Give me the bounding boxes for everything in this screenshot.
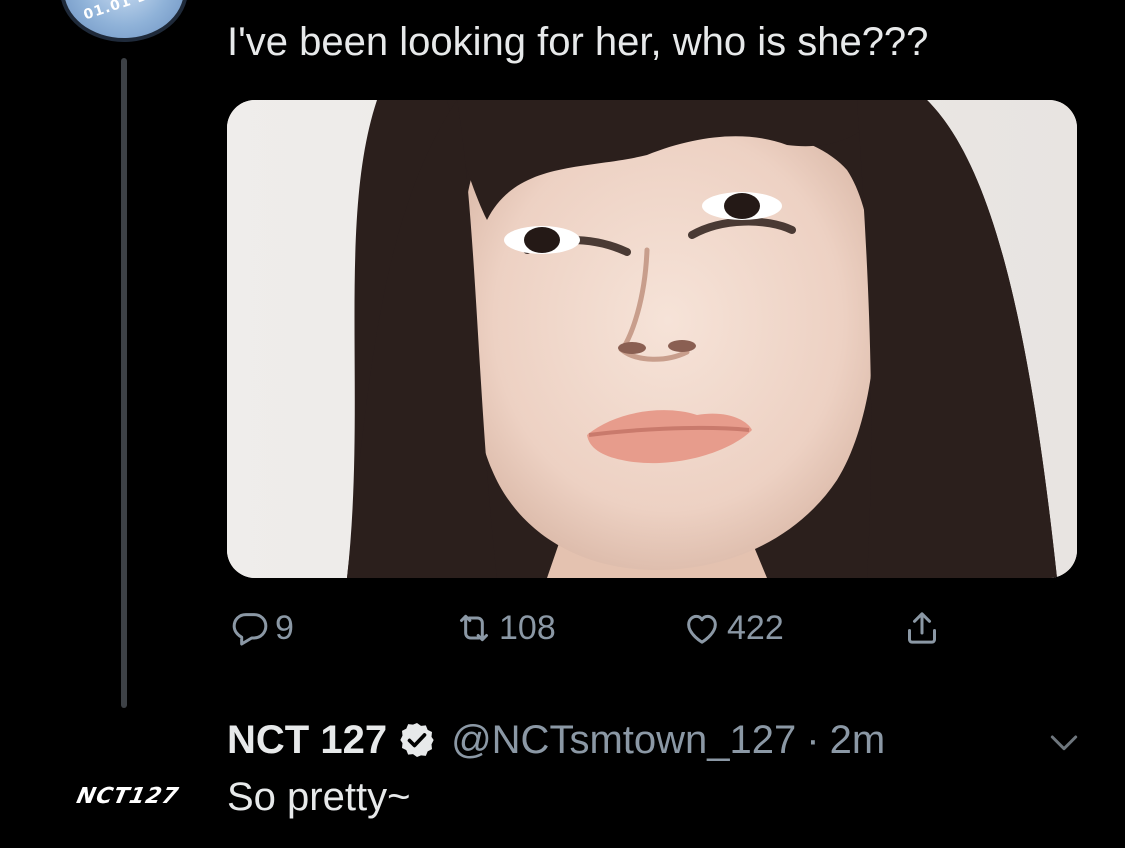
reply-icon [227,605,273,651]
retweet-button[interactable]: 108 [451,603,556,653]
retweet-count: 108 [499,608,556,647]
avatar-label: 01.01 DAY [81,0,172,24]
handle[interactable]: @NCTsmtown_127 [451,718,796,763]
share-button[interactable] [899,603,945,653]
verified-badge-icon [397,720,437,760]
reply-count: 9 [275,608,294,647]
timestamp[interactable]: 2m [830,718,886,763]
tweet-text: I've been looking for her, who is she??? [227,20,929,64]
avatar[interactable]: 01.01 DAY [60,0,188,42]
thread-line [121,58,127,708]
tweet-actions: 9 108 422 [227,603,967,653]
timeline: 01.01 DAY I've been looking for her, who… [0,0,1125,848]
tweet-photo[interactable] [227,100,1077,578]
tweet-header: NCT 127 @NCTsmtown_127 · 2m [227,715,885,765]
avatar[interactable]: NCT127 [58,782,198,810]
display-name[interactable]: NCT 127 [227,718,387,763]
separator-dot: · [806,717,820,762]
like-count: 422 [727,608,784,647]
retweet-icon [451,605,497,651]
like-button[interactable]: 422 [679,603,784,653]
avatar-logo-text: NCT127 [74,783,182,809]
heart-icon [679,605,725,651]
reply-button[interactable]: 9 [227,603,294,653]
photo-of-woman [227,100,1077,578]
chevron-down-icon[interactable] [1044,722,1084,762]
tweet-text: So pretty~ [227,775,411,819]
share-icon [899,605,945,651]
